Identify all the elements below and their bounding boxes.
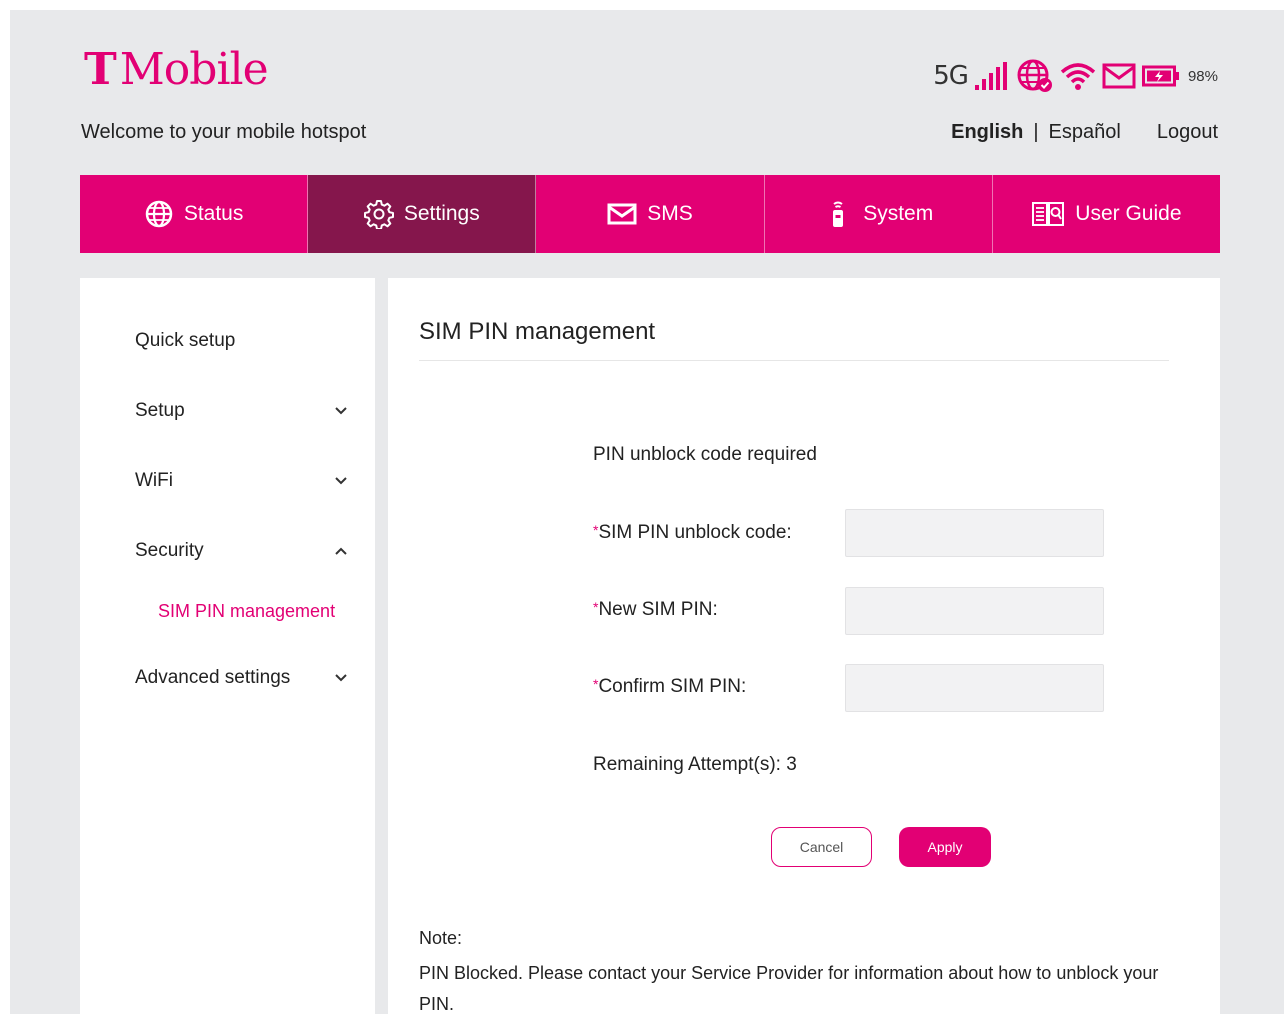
sidebar-item-label: Advanced settings (135, 667, 291, 688)
battery-charging-icon (1141, 65, 1179, 87)
sidebar-item-label: Quick setup (135, 330, 236, 351)
field-label-new-pin: *New SIM PIN: (593, 599, 718, 620)
sidebar-item-advanced-settings[interactable]: Advanced settings (135, 667, 350, 689)
new-sim-pin-input[interactable] (845, 587, 1104, 635)
sidebar-item-label: Setup (135, 400, 185, 421)
tab-user-guide[interactable]: User Guide (993, 175, 1220, 253)
globe-check-icon (1017, 59, 1052, 92)
page-title: SIM PIN management (419, 318, 656, 345)
settings-sidebar: Quick setup Setup WiFi Security SIM PIN … (80, 278, 375, 1014)
tmobile-logo[interactable]: TMobile (84, 44, 269, 96)
welcome-text: Welcome to your mobile hotspot (81, 121, 367, 143)
tab-settings-label: Settings (403, 202, 480, 225)
field-label-confirm-pin: *Confirm SIM PIN: (593, 676, 747, 697)
logo-wordmark: Mobile (119, 44, 269, 95)
tab-status[interactable]: Status (80, 175, 309, 253)
tab-settings[interactable]: Settings (308, 175, 537, 253)
battery-percent: 98% (1187, 67, 1218, 85)
signal-bars-icon (974, 62, 1007, 90)
logo-t: T (84, 44, 117, 95)
sidebar-item-wifi[interactable]: WiFi (135, 470, 350, 492)
field-label-unblock-code: *SIM PIN unblock code: (593, 522, 792, 543)
language-separator: | (1033, 121, 1039, 143)
confirm-sim-pin-input[interactable] (845, 664, 1104, 712)
language-english-link[interactable]: English (951, 121, 1023, 144)
envelope-icon (607, 203, 637, 225)
gear-icon (363, 200, 394, 229)
language-bar: English | Español Logout (951, 121, 1218, 144)
tab-sms[interactable]: SMS (536, 175, 765, 253)
globe-icon (145, 200, 173, 228)
apply-button[interactable]: Apply (899, 827, 991, 867)
chevron-down-icon (335, 674, 347, 682)
chevron-down-icon (335, 407, 347, 415)
sidebar-item-quick-setup[interactable]: Quick setup (135, 330, 350, 352)
main-panel: SIM PIN management PIN unblock code requ… (388, 278, 1220, 1014)
sidebar-item-label: WiFi (135, 470, 173, 491)
network-type: 5G (933, 61, 969, 91)
tab-system[interactable]: System (765, 175, 993, 253)
wifi-icon (1060, 63, 1096, 90)
chevron-up-icon (335, 547, 347, 555)
remaining-attempts: Remaining Attempt(s): 3 (593, 754, 797, 775)
note-text: PIN Blocked. Please contact your Service… (419, 963, 1159, 1014)
language-spanish-link[interactable]: Español (1049, 121, 1121, 144)
sidebar-item-security[interactable]: Security (135, 540, 350, 562)
status-icons: 5G 98% (933, 56, 1218, 96)
book-icon (1032, 202, 1065, 226)
sim-pin-unblock-code-input[interactable] (845, 509, 1104, 557)
sidebar-item-label: Security (135, 540, 204, 561)
message-envelope-icon (1102, 63, 1136, 89)
cancel-button[interactable]: Cancel (771, 827, 872, 867)
form-heading: PIN unblock code required (593, 444, 817, 465)
device-icon (833, 201, 844, 227)
tab-status-label: Status (183, 202, 244, 225)
tab-user-guide-label: User Guide (1075, 202, 1182, 225)
chevron-down-icon (335, 477, 347, 485)
note-label: Note: (419, 928, 463, 948)
main-nav: Status Settings SMS System User Guide (80, 175, 1220, 253)
title-divider (419, 360, 1169, 361)
logout-link[interactable]: Logout (1157, 121, 1218, 144)
sidebar-item-setup[interactable]: Setup (135, 400, 350, 422)
tab-system-label: System (863, 202, 934, 225)
sidebar-subitem-sim-pin-management[interactable]: SIM PIN management (158, 601, 335, 622)
tab-sms-label: SMS (647, 202, 693, 225)
